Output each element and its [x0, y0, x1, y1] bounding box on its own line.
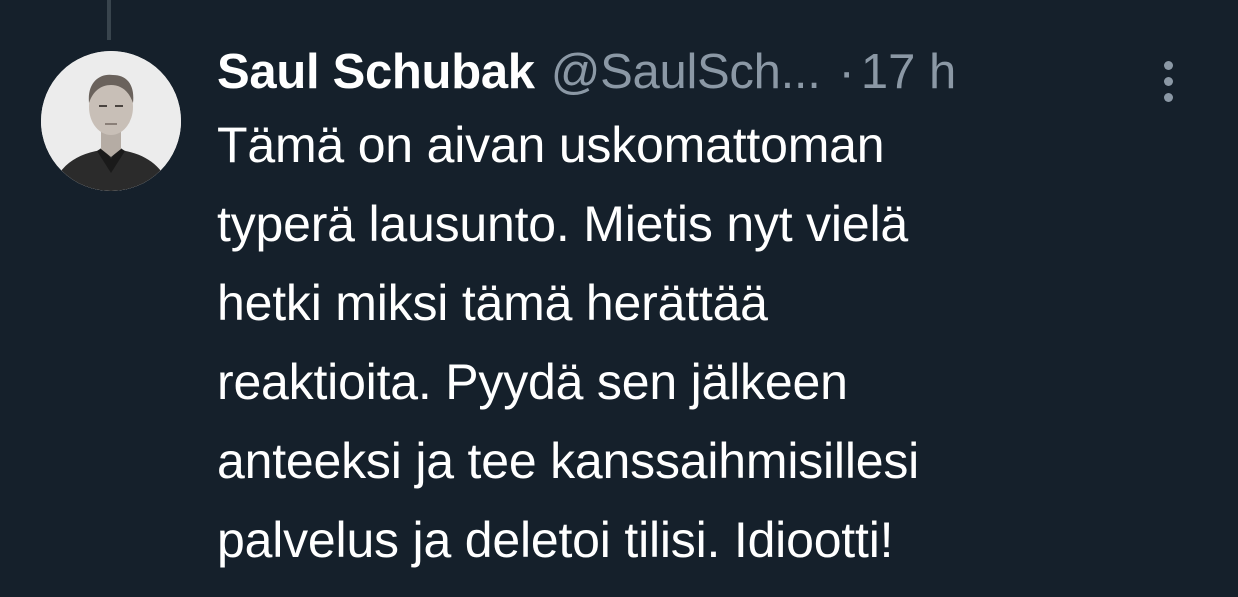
more-vertical-icon-dot [1163, 76, 1173, 86]
tweet-text-line: palvelus ja deletoi tilisi. Idiootti! [217, 512, 894, 568]
more-options-button[interactable] [1150, 55, 1186, 107]
avatar-photo [41, 51, 181, 191]
avatar[interactable] [41, 51, 181, 191]
tweet-text-line: Tämä on aivan uskomattoman [217, 117, 885, 173]
tweet-timestamp[interactable]: 17 h [861, 44, 956, 100]
tweet-content: Saul Schubak @SaulSch... · 17 h Tämä on … [217, 44, 1217, 580]
author-handle[interactable]: @SaulSch... [551, 44, 821, 100]
tweet-text: Tämä on aivan uskomattoman typerä lausun… [217, 106, 1217, 580]
tweet[interactable]: Saul Schubak @SaulSch... · 17 h Tämä on … [0, 0, 1238, 597]
tweet-text-line: typerä lausunto. Mietis nyt vielä [217, 196, 908, 252]
tweet-text-line: anteeksi ja tee kanssaihmisillesi [217, 433, 920, 489]
thread-connector-line [107, 0, 111, 40]
tweet-header: Saul Schubak @SaulSch... · 17 h [217, 44, 1217, 110]
tweet-text-line: reaktioita. Pyydä sen jälkeen [217, 354, 848, 410]
more-vertical-icon [1163, 60, 1173, 70]
more-vertical-icon-dot [1163, 92, 1173, 102]
tweet-text-line: hetki miksi tämä herättää [217, 275, 768, 331]
header-separator: · [838, 45, 855, 99]
author-display-name[interactable]: Saul Schubak [217, 44, 535, 100]
